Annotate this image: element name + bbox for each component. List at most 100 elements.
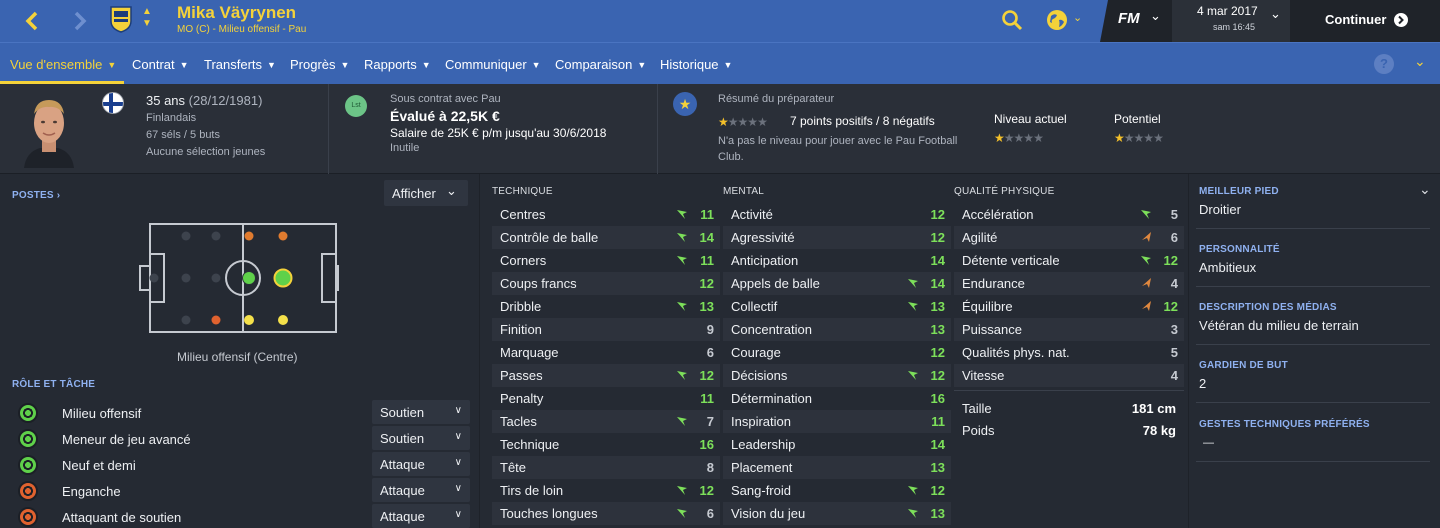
duty-dropdown[interactable]: Attaque ∨ (372, 478, 470, 502)
tab-progress[interactable]: Progrès ▼ (290, 57, 349, 72)
attribute-row[interactable]: Anticipation 14 (723, 249, 951, 272)
attribute-row[interactable]: Endurance 4 (954, 272, 1184, 295)
search-button[interactable] (1000, 8, 1024, 32)
attribute-row[interactable]: Marquage 6 (492, 341, 720, 364)
role-row[interactable]: Neuf et demi Attaque ∨ (10, 452, 470, 478)
chevron-down-icon: ▼ (723, 60, 733, 70)
attribute-name: Marquage (500, 345, 559, 360)
chevron-right-icon: › (56, 190, 61, 201)
attribute-row[interactable]: Technique 16 (492, 433, 720, 456)
attribute-row[interactable]: Qualités phys. nat. 5 (954, 341, 1184, 364)
fm-menu-button[interactable]: FM ⌄ (1118, 8, 1168, 32)
back-button[interactable] (18, 8, 46, 34)
duty-dropdown[interactable]: Attaque ∨ (372, 452, 470, 476)
attribute-row[interactable]: Touches longues 6 (492, 502, 720, 525)
tab-history[interactable]: Historique ▼ (660, 57, 732, 72)
attribute-row[interactable]: Finition 9 (492, 318, 720, 341)
duty-dropdown[interactable]: Soutien ∨ (372, 400, 470, 424)
divider (657, 84, 658, 174)
role-row[interactable]: Meneur de jeu avancé Soutien ∨ (10, 426, 470, 452)
tab-comparison[interactable]: Comparaison ▼ (555, 57, 646, 72)
attribute-row[interactable]: Accélération 5 (954, 203, 1184, 226)
date-button[interactable]: 4 mar 2017 sam 16:45 ⌄ (1172, 0, 1290, 42)
attribute-row[interactable]: Tacles 7 (492, 410, 720, 433)
attribute-row[interactable]: Corners 11 (492, 249, 720, 272)
attribute-value: 5 (1170, 345, 1178, 360)
collapse-button[interactable]: ⌄ (1419, 181, 1431, 198)
attribute-row[interactable]: Coups francs 12 (492, 272, 720, 295)
attribute-row[interactable]: Décisions 12 (723, 364, 951, 387)
star-empty-icon: ★ (1003, 131, 1015, 145)
attribute-row[interactable]: Dribble 13 (492, 295, 720, 318)
player-photo (22, 90, 76, 168)
attribute-row[interactable]: Leadership 14 (723, 433, 951, 456)
positions-header[interactable]: POSTES › (12, 190, 60, 201)
attribute-row[interactable]: Détermination 16 (723, 387, 951, 410)
attribute-row[interactable]: Inspiration 11 (723, 410, 951, 433)
attribute-row[interactable]: Penalty 11 (492, 387, 720, 410)
attribute-row[interactable]: Agressivité 12 (723, 226, 951, 249)
attribute-row[interactable]: Courage 12 (723, 341, 951, 364)
forward-button[interactable] (66, 8, 94, 34)
scout-badge[interactable]: ★ (673, 92, 697, 116)
role-name: Enganche (62, 484, 121, 499)
nationality-flag[interactable] (102, 92, 124, 114)
birth-date: (28/12/1981) (188, 93, 263, 108)
world-menu-button[interactable]: ⌄ (1045, 8, 1087, 32)
show-dropdown[interactable]: Afficher ⌄ (384, 180, 468, 206)
youth-caps: Aucune sélection jeunes (146, 146, 266, 158)
chevron-up-icon: ▲ (142, 6, 152, 17)
attribute-value: 13 (699, 299, 714, 314)
tab-contract[interactable]: Contrat ▼ (132, 57, 189, 72)
attribute-row[interactable]: Puissance 3 (954, 318, 1184, 341)
attribute-row[interactable]: Centres 11 (492, 203, 720, 226)
attribute-row[interactable]: Activité 12 (723, 203, 951, 226)
attribute-name: Dribble (500, 299, 542, 314)
attribute-name: Vitesse (962, 368, 1005, 383)
club-switch-arrows[interactable]: ▲ ▼ (140, 6, 154, 34)
attribute-row[interactable]: Appels de balle 14 (723, 272, 951, 295)
attribute-name: Endurance (962, 276, 1025, 291)
tab-communicate[interactable]: Communiquer ▼ (445, 57, 541, 72)
help-button[interactable]: ? (1374, 54, 1394, 74)
continue-button[interactable]: Continuer (1292, 0, 1440, 42)
attribute-row[interactable]: Collectif 13 (723, 295, 951, 318)
attribute-value: 16 (699, 437, 714, 452)
tab-reports[interactable]: Rapports ▼ (364, 57, 431, 72)
transfer-status-badge[interactable]: Lst (345, 95, 367, 117)
attribute-row[interactable]: Tête 8 (492, 456, 720, 479)
star-filled-icon: ★ (718, 115, 729, 129)
attribute-value: 12 (930, 368, 945, 383)
attribute-row[interactable]: Tirs de loin 12 (492, 479, 720, 502)
duty-dropdown[interactable]: Attaque ∨ (372, 504, 470, 528)
arrow-up-icon (677, 371, 687, 380)
attribute-name: Détente verticale (962, 253, 1060, 268)
attribute-value: 5 (1170, 207, 1178, 222)
attribute-row[interactable]: Détente verticale 12 (954, 249, 1184, 272)
role-row[interactable]: Enganche Attaque ∨ (10, 478, 470, 504)
chevron-down-icon: ▼ (531, 60, 541, 70)
attribute-row[interactable]: Concentration 13 (723, 318, 951, 341)
attribute-row[interactable]: Équilibre 12 (954, 295, 1184, 318)
club-crest[interactable] (108, 5, 134, 33)
attribute-row[interactable]: Vitesse 4 (954, 364, 1184, 387)
tab-overview[interactable]: Vue d'ensemble ▼ (10, 57, 116, 72)
role-row[interactable]: Milieu offensif Soutien ∨ (10, 400, 470, 426)
attribute-name: Sang-froid (731, 483, 791, 498)
duty-label: Attaque (380, 509, 425, 524)
tabs-more-button[interactable]: ⌄ (1414, 53, 1426, 70)
attribute-row[interactable]: Sang-froid 12 (723, 479, 951, 502)
attribute-row[interactable]: Passes 12 (492, 364, 720, 387)
attribute-row[interactable]: Placement 13 (723, 456, 951, 479)
duty-dropdown[interactable]: Soutien ∨ (372, 426, 470, 450)
best-foot-label: MEILLEUR PIED (1199, 186, 1279, 197)
attribute-row[interactable]: Contrôle de balle 14 (492, 226, 720, 249)
attribute-row[interactable]: Vision du jeu 13 (723, 502, 951, 525)
arrow-down-icon (1142, 301, 1151, 311)
star-empty-icon: ★ (757, 115, 768, 129)
attribute-row[interactable]: Agilité 6 (954, 226, 1184, 249)
tab-transfers[interactable]: Transferts ▼ (204, 57, 276, 72)
chevron-down-icon: ▼ (421, 60, 431, 70)
role-row[interactable]: Attaquant de soutien Attaque ∨ (10, 504, 470, 528)
attribute-name: Équilibre (962, 299, 1013, 314)
